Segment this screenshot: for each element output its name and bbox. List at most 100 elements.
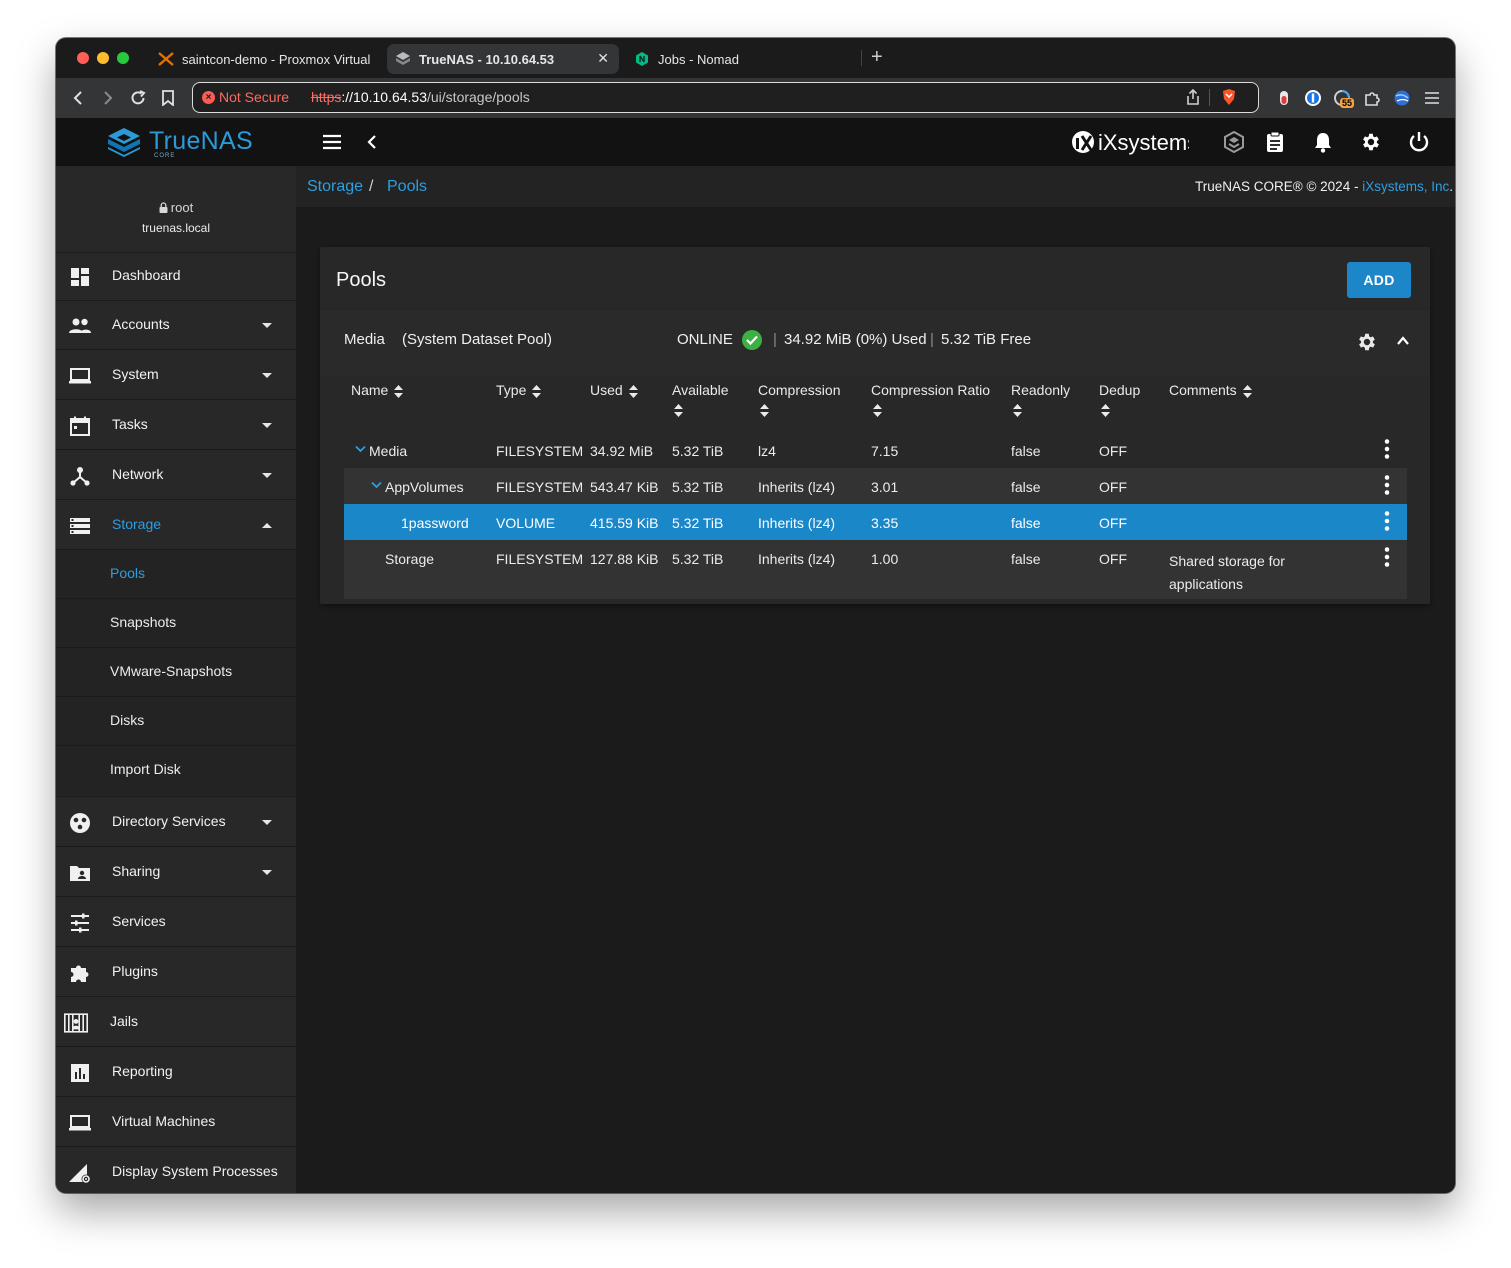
sidebar-item-tasks[interactable]: Tasks: [56, 401, 296, 450]
tab-nomad[interactable]: Jobs - Nomad: [626, 44, 856, 74]
hamburger-menu-icon[interactable]: [320, 130, 344, 154]
new-tab-button[interactable]: +: [871, 46, 883, 69]
extension-badge-icon[interactable]: 55: [1332, 88, 1355, 108]
power-icon[interactable]: [1407, 130, 1431, 154]
sidebar-item-dashboard[interactable]: Dashboard: [56, 252, 296, 301]
globe-extension-icon[interactable]: [1392, 88, 1412, 108]
pool-free: 5.32 TiB Free: [941, 331, 1032, 348]
more-options-icon[interactable]: [1382, 475, 1392, 495]
sidebar-item-virtual-machines[interactable]: Virtual Machines: [56, 1098, 296, 1147]
sort-icon[interactable]: [1101, 404, 1110, 417]
sort-icon[interactable]: [1013, 404, 1022, 417]
sidebar-subitem-pools[interactable]: Pools: [56, 550, 296, 599]
sidebar-item-jails[interactable]: Jails: [56, 998, 296, 1047]
table-row-selected[interactable]: 1password VOLUME 415.59 KiB 5.32 TiB Inh…: [344, 504, 1407, 540]
table-row[interactable]: AppVolumes FILESYSTEM 543.47 KiB 5.32 Ti…: [344, 468, 1407, 504]
chevron-down-icon[interactable]: [355, 445, 366, 453]
puzzle-extensions-icon[interactable]: [1362, 88, 1382, 108]
dataset-readonly: false: [1011, 515, 1041, 531]
back-button[interactable]: [66, 86, 90, 110]
tab-label: Jobs - Nomad: [658, 51, 739, 67]
chevron-down-icon[interactable]: [371, 481, 382, 489]
column-header-used[interactable]: Used: [590, 382, 638, 398]
column-header-readonly[interactable]: Readonly: [1011, 382, 1070, 417]
sidebar-subitem-vmware-snapshots[interactable]: VMware-Snapshots: [56, 648, 296, 697]
table-row[interactable]: Media FILESYSTEM 34.92 MiB 5.32 TiB lz4 …: [344, 432, 1407, 468]
column-header-available[interactable]: Available: [672, 382, 729, 417]
sidebar-item-network[interactable]: Network: [56, 451, 296, 500]
network-icon: [68, 464, 92, 488]
column-header-compression-ratio[interactable]: Compression Ratio: [871, 382, 990, 417]
minimize-window-button[interactable]: [97, 52, 109, 64]
browser-toolbar: × Not Secure https://10.10.64.53/ui/stor…: [56, 78, 1455, 118]
more-options-icon[interactable]: [1382, 547, 1392, 567]
column-header-type[interactable]: Type: [496, 382, 542, 398]
brave-shield-icon[interactable]: [1221, 88, 1237, 111]
sort-icon[interactable]: [873, 404, 882, 417]
bookmark-button[interactable]: [156, 86, 180, 110]
chevron-up-icon[interactable]: [1395, 333, 1411, 349]
close-window-button[interactable]: [77, 52, 89, 64]
column-header-label: Dedup: [1099, 382, 1141, 398]
collapse-sidebar-icon[interactable]: [360, 130, 384, 154]
column-header-compression[interactable]: Compression: [758, 382, 840, 417]
lock-icon: [159, 202, 168, 213]
sidebar-item-directory-services[interactable]: Directory Services: [56, 798, 296, 847]
column-header-dedup[interactable]: Dedup: [1099, 382, 1140, 417]
sort-icon[interactable]: [674, 404, 683, 417]
sidebar-subitem-snapshots[interactable]: Snapshots: [56, 599, 296, 648]
forward-button[interactable]: [96, 86, 120, 110]
sort-icon[interactable]: [628, 384, 638, 398]
clipboard-tasks-icon[interactable]: [1263, 130, 1287, 154]
sort-icon[interactable]: [394, 384, 404, 398]
column-header-name[interactable]: Name: [351, 382, 404, 398]
sidebar-item-services[interactable]: Services: [56, 898, 296, 947]
onepassword-icon[interactable]: [1303, 88, 1323, 108]
laptop-icon: [68, 1111, 92, 1135]
sidebar-item-accounts[interactable]: Accounts: [56, 301, 296, 350]
sort-icon[interactable]: [532, 384, 542, 398]
ixsystems-link[interactable]: iXsystems, Inc: [1362, 179, 1449, 194]
address-bar[interactable]: × Not Secure https://10.10.64.53/ui/stor…: [192, 82, 1259, 113]
pool-used: 34.92 MiB (0%) Used: [784, 331, 927, 348]
truecommand-icon[interactable]: [1222, 130, 1246, 154]
sidebar-item-storage[interactable]: Storage: [56, 501, 296, 550]
breadcrumb-storage-link[interactable]: Storage: [307, 178, 363, 196]
column-header-label: Comments: [1169, 382, 1237, 398]
hostname: truenas.local: [141, 221, 211, 235]
tab-proxmox[interactable]: saintcon-demo - Proxmox Virtual: [150, 44, 380, 74]
sidebar-subitem-import-disk[interactable]: Import Disk: [56, 746, 296, 797]
truenas-logo[interactable]: TrueNAS CORE: [56, 118, 296, 166]
add-pool-button[interactable]: ADD: [1347, 262, 1411, 298]
more-options-icon[interactable]: [1382, 439, 1392, 459]
sidebar-subitem-label: Import Disk: [110, 761, 181, 777]
check-circle-icon: [742, 330, 762, 350]
pool-settings-gear-icon[interactable]: [1356, 331, 1378, 353]
reload-button[interactable]: [126, 86, 150, 110]
sidebar-item-plugins[interactable]: Plugins: [56, 948, 296, 997]
settings-gear-icon[interactable]: [1359, 130, 1383, 154]
more-options-icon[interactable]: [1382, 511, 1392, 531]
close-tab-icon[interactable]: ✕: [597, 50, 609, 67]
sort-icon[interactable]: [760, 404, 769, 417]
tab-truenas[interactable]: TrueNAS - 10.10.64.53 ✕: [387, 44, 619, 74]
column-header-comments[interactable]: Comments: [1169, 382, 1252, 398]
sort-icon[interactable]: [1242, 384, 1252, 398]
sidebar-item-reporting[interactable]: Reporting: [56, 1048, 296, 1097]
not-secure-label[interactable]: Not Secure: [219, 89, 289, 105]
dataset-dedup: OFF: [1099, 443, 1127, 459]
ixsystems-logo[interactable]: iXsystems: [1071, 128, 1198, 163]
sidebar-item-sharing[interactable]: Sharing: [56, 848, 296, 897]
maximize-window-button[interactable]: [117, 52, 129, 64]
sidebar-subitem-disks[interactable]: Disks: [56, 697, 296, 746]
table-row[interactable]: Storage FILESYSTEM 127.88 KiB 5.32 TiB I…: [344, 540, 1407, 599]
browser-menu-icon[interactable]: [1422, 88, 1442, 108]
notifications-bell-icon[interactable]: [1311, 130, 1335, 154]
sidebar-item-display-system-processes[interactable]: Display System Processes: [56, 1148, 296, 1193]
sidebar-item-system[interactable]: System: [56, 351, 296, 400]
extension-red-icon[interactable]: [1274, 88, 1294, 108]
warning-icon: ×: [202, 91, 215, 104]
url-text[interactable]: https://10.10.64.53/ui/storage/pools: [311, 89, 530, 105]
breadcrumb-pools-link[interactable]: Pools: [387, 178, 427, 196]
share-icon[interactable]: [1186, 88, 1200, 110]
